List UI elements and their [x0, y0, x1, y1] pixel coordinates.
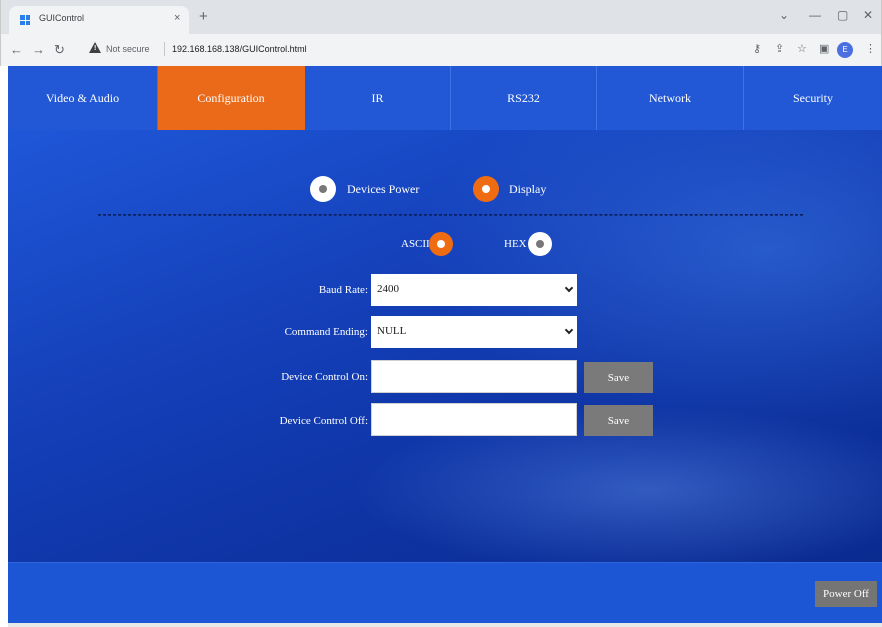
tab-configuration[interactable]: Configuration [158, 66, 305, 130]
close-tab-icon[interactable]: × [174, 12, 180, 24]
devices-power-radio[interactable] [310, 176, 336, 202]
new-tab-button[interactable]: + [199, 8, 208, 25]
command-ending-value: NULL [377, 325, 407, 337]
chevron-down-icon [564, 325, 574, 335]
display-radio[interactable] [473, 176, 499, 202]
radio-dot [536, 240, 544, 248]
forward-arrow-icon[interactable]: → [32, 42, 45, 57]
share-icon[interactable]: ⇪ [775, 42, 784, 55]
device-control-off-input[interactable] [371, 403, 577, 436]
power-off-button[interactable]: Power Off [815, 581, 877, 607]
tab-network[interactable]: Network [597, 66, 744, 130]
key-icon[interactable]: ⚷ [753, 42, 761, 55]
security-status[interactable]: Not secure [106, 44, 150, 54]
browser-chrome: GUIControl × + ⌄ — ▢ ✕ ← → ↻ ! Not secur… [0, 0, 882, 66]
baud-rate-select[interactable]: 2400 [371, 274, 577, 306]
radio-dot [319, 185, 327, 193]
tab-strip: GUIControl × + ⌄ — ▢ ✕ [1, 0, 881, 34]
ascii-label[interactable]: ASCII [401, 238, 430, 250]
tab-title: GUIControl [39, 13, 85, 23]
tab-ir[interactable]: IR [305, 66, 451, 130]
device-control-on-label: Device Control On: [281, 371, 368, 383]
device-control-off-label: Device Control Off: [279, 415, 368, 427]
hex-radio[interactable] [528, 232, 552, 256]
devices-power-label[interactable]: Devices Power [347, 182, 419, 197]
minimize-icon[interactable]: — [809, 8, 821, 22]
bottom-edge [8, 623, 882, 627]
display-label[interactable]: Display [509, 182, 546, 197]
star-icon[interactable]: ☆ [797, 42, 807, 55]
main-nav: Video & Audio Configuration IR RS232 Net… [8, 66, 882, 130]
baud-rate-label: Baud Rate: [318, 284, 368, 296]
sidepanel-icon[interactable]: ▣ [819, 42, 829, 55]
hex-label[interactable]: HEX [504, 238, 527, 250]
radio-dot [437, 240, 445, 248]
menu-icon[interactable]: ⋮ [865, 42, 876, 55]
url-omnibox[interactable]: ! Not secure 192.168.168.138/GUIControl.… [89, 39, 744, 61]
profile-avatar[interactable]: E [837, 42, 853, 58]
chevron-down-icon[interactable]: ⌄ [779, 8, 789, 22]
section-divider-shadow [98, 215, 803, 216]
address-bar: ← → ↻ ! Not secure 192.168.168.138/GUICo… [1, 34, 881, 66]
divider [164, 42, 165, 56]
command-ending-select[interactable]: NULL [371, 316, 577, 348]
back-arrow-icon[interactable]: ← [10, 42, 23, 57]
save-off-button[interactable]: Save [584, 405, 653, 436]
save-on-button[interactable]: Save [584, 362, 653, 393]
chevron-down-icon [564, 283, 574, 293]
tab-video-audio[interactable]: Video & Audio [8, 66, 158, 130]
device-control-on-input[interactable] [371, 360, 577, 393]
close-window-icon[interactable]: ✕ [863, 8, 873, 22]
tab-rs232[interactable]: RS232 [451, 66, 597, 130]
footer-bar: Power Off [8, 562, 882, 623]
browser-tab[interactable]: GUIControl × [9, 6, 189, 34]
tab-security[interactable]: Security [744, 66, 882, 130]
ascii-radio[interactable] [429, 232, 453, 256]
baud-rate-value: 2400 [377, 283, 399, 295]
command-ending-label: Command Ending: [284, 326, 368, 338]
radio-dot [482, 185, 490, 193]
url-text[interactable]: 192.168.168.138/GUIControl.html [172, 44, 307, 54]
gui-control-app: Video & Audio Configuration IR RS232 Net… [8, 66, 882, 627]
configuration-panel: Devices Power Display ASCII HEX Baud Rat… [8, 130, 882, 562]
warning-icon: ! [89, 42, 101, 53]
reload-icon[interactable]: ↻ [54, 42, 65, 58]
windows-favicon-icon [20, 15, 30, 25]
maximize-icon[interactable]: ▢ [837, 8, 848, 22]
